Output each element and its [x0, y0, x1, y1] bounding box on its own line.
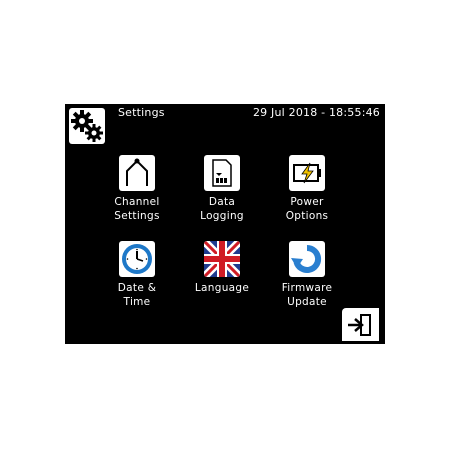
clock-icon	[119, 241, 155, 277]
date-time-readout: 29 Jul 2018 - 18:55:46	[252, 106, 380, 119]
firmware-update-button[interactable]: Firmware Update	[262, 241, 352, 309]
label-line-1: Language	[194, 282, 250, 294]
data-logging-icon	[204, 155, 240, 191]
label-line-2: Options	[285, 210, 329, 222]
language-label: Language	[177, 281, 267, 295]
label-line-1: Firmware	[281, 282, 333, 294]
firmware-update-icon	[289, 241, 325, 277]
label-line-2: Time	[123, 296, 151, 308]
exit-icon	[348, 314, 371, 336]
data-logging-label: Data Logging	[177, 195, 267, 223]
channel-settings-button[interactable]: Channel Settings	[92, 155, 182, 223]
date-time-button[interactable]: Date & Time	[92, 241, 182, 309]
language-button[interactable]: Language	[177, 241, 267, 295]
gears-icon	[69, 108, 105, 144]
power-options-label: Power Options	[262, 195, 352, 223]
label-line-2: Logging	[200, 210, 244, 222]
settings-screen: Settings 29 Jul 2018 - 18:55:46 Channel …	[65, 104, 385, 344]
label-line-1: Data	[208, 196, 236, 208]
label-line-1: Date &	[117, 282, 157, 294]
channel-settings-icon	[119, 155, 155, 191]
date-time-label: Date & Time	[92, 281, 182, 309]
data-logging-button[interactable]: Data Logging	[177, 155, 267, 223]
label-line-1: Channel	[114, 196, 160, 208]
channel-settings-label: Channel Settings	[92, 195, 182, 223]
exit-button[interactable]	[342, 308, 379, 341]
uk-flag-icon	[204, 241, 240, 277]
label-line-2: Update	[287, 296, 327, 308]
label-line-2: Settings	[114, 210, 160, 222]
page-title: Settings	[118, 106, 165, 119]
firmware-update-label: Firmware Update	[262, 281, 352, 309]
label-line-1: Power	[290, 196, 324, 208]
power-options-icon	[289, 155, 325, 191]
power-options-button[interactable]: Power Options	[262, 155, 352, 223]
